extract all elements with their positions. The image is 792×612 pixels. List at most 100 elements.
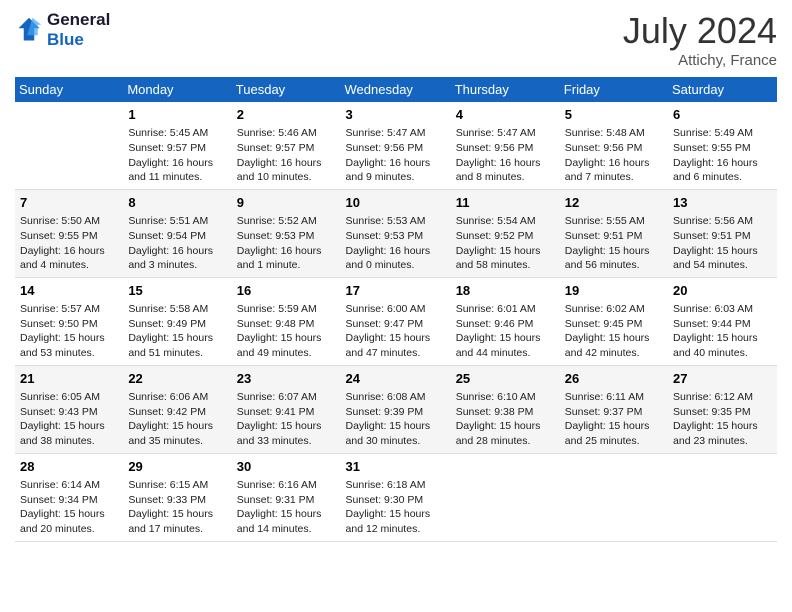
day-number: 26	[565, 370, 663, 388]
day-number: 28	[20, 458, 118, 476]
day-number: 10	[346, 194, 446, 212]
day-info: Sunrise: 5:57 AM Sunset: 9:50 PM Dayligh…	[20, 302, 118, 361]
page-header: General Blue July 2024 Attichy, France	[15, 10, 777, 69]
day-number: 13	[673, 194, 772, 212]
calendar-cell: 30Sunrise: 6:16 AM Sunset: 9:31 PM Dayli…	[232, 453, 341, 541]
calendar-cell: 2 Sunrise: 5:46 AM Sunset: 9:57 PM Daylig…	[232, 102, 341, 189]
day-info: Sunrise: 5:54 AM Sunset: 9:52 PM Dayligh…	[456, 214, 555, 273]
day-info: Sunrise: 5:51 AM Sunset: 9:54 PM Dayligh…	[128, 214, 226, 273]
day-info: Sunrise: 6:10 AM Sunset: 9:38 PM Dayligh…	[456, 390, 555, 449]
weekday-header-friday: Friday	[560, 77, 668, 102]
calendar-cell: 23 Sunrise: 6:07 AM Sunset: 9:41 PM Dayli…	[232, 365, 341, 453]
calendar-cell: 7 Sunrise: 5:50 AM Sunset: 9:55 PM Daylig…	[15, 189, 123, 277]
day-number: 21	[20, 370, 118, 388]
logo-text: General Blue	[47, 10, 110, 50]
calendar-cell: 12 Sunrise: 5:55 AM Sunset: 9:51 PM Dayli…	[560, 189, 668, 277]
calendar-cell: 17 Sunrise: 6:00 AM Sunset: 9:47 PM Dayli…	[341, 277, 451, 365]
weekday-header-tuesday: Tuesday	[232, 77, 341, 102]
weekday-header-row: SundayMondayTuesdayWednesdayThursdayFrid…	[15, 77, 777, 102]
calendar-cell: 24Sunrise: 6:08 AM Sunset: 9:39 PM Dayli…	[341, 365, 451, 453]
day-info: Sunrise: 5:52 AM Sunset: 9:53 PM Dayligh…	[237, 214, 336, 273]
week-row-3: 14 Sunrise: 5:57 AM Sunset: 9:50 PM Dayli…	[15, 277, 777, 365]
day-number: 19	[565, 282, 663, 300]
calendar-cell: 3Sunrise: 5:47 AM Sunset: 9:56 PM Daylig…	[341, 102, 451, 189]
calendar-cell: 9Sunrise: 5:52 AM Sunset: 9:53 PM Daylig…	[232, 189, 341, 277]
calendar-table: SundayMondayTuesdayWednesdayThursdayFrid…	[15, 77, 777, 542]
weekday-header-monday: Monday	[123, 77, 231, 102]
day-number: 23	[237, 370, 336, 388]
day-number: 17	[346, 282, 446, 300]
calendar-cell: 31 Sunrise: 6:18 AM Sunset: 9:30 PM Dayli…	[341, 453, 451, 541]
day-info: Sunrise: 6:08 AM Sunset: 9:39 PM Dayligh…	[346, 390, 446, 449]
week-row-5: 28Sunrise: 6:14 AM Sunset: 9:34 PM Dayli…	[15, 453, 777, 541]
day-info: Sunrise: 6:01 AM Sunset: 9:46 PM Dayligh…	[456, 302, 555, 361]
calendar-cell: 26 Sunrise: 6:11 AM Sunset: 9:37 PM Dayli…	[560, 365, 668, 453]
calendar-cell	[560, 453, 668, 541]
day-info: Sunrise: 5:49 AM Sunset: 9:55 PM Dayligh…	[673, 126, 772, 185]
day-info: Sunrise: 6:02 AM Sunset: 9:45 PM Dayligh…	[565, 302, 663, 361]
day-info: Sunrise: 6:05 AM Sunset: 9:43 PM Dayligh…	[20, 390, 118, 449]
day-number: 22	[128, 370, 226, 388]
weekday-header-thursday: Thursday	[451, 77, 560, 102]
day-info: Sunrise: 5:50 AM Sunset: 9:55 PM Dayligh…	[20, 214, 118, 273]
week-row-2: 7 Sunrise: 5:50 AM Sunset: 9:55 PM Daylig…	[15, 189, 777, 277]
day-number: 5	[565, 106, 663, 124]
calendar-cell: 19 Sunrise: 6:02 AM Sunset: 9:45 PM Dayli…	[560, 277, 668, 365]
day-info: Sunrise: 5:53 AM Sunset: 9:53 PM Dayligh…	[346, 214, 446, 273]
weekday-header-saturday: Saturday	[668, 77, 777, 102]
day-info: Sunrise: 6:12 AM Sunset: 9:35 PM Dayligh…	[673, 390, 772, 449]
day-number: 8	[128, 194, 226, 212]
day-info: Sunrise: 5:55 AM Sunset: 9:51 PM Dayligh…	[565, 214, 663, 273]
day-info: Sunrise: 5:47 AM Sunset: 9:56 PM Dayligh…	[456, 126, 555, 185]
day-number: 16	[237, 282, 336, 300]
day-info: Sunrise: 6:00 AM Sunset: 9:47 PM Dayligh…	[346, 302, 446, 361]
calendar-cell: 14 Sunrise: 5:57 AM Sunset: 9:50 PM Dayli…	[15, 277, 123, 365]
calendar-cell	[15, 102, 123, 189]
day-info: Sunrise: 6:06 AM Sunset: 9:42 PM Dayligh…	[128, 390, 226, 449]
day-info: Sunrise: 6:15 AM Sunset: 9:33 PM Dayligh…	[128, 478, 226, 537]
day-info: Sunrise: 5:59 AM Sunset: 9:48 PM Dayligh…	[237, 302, 336, 361]
day-number: 14	[20, 282, 118, 300]
calendar-cell: 13 Sunrise: 5:56 AM Sunset: 9:51 PM Dayli…	[668, 189, 777, 277]
day-info: Sunrise: 6:03 AM Sunset: 9:44 PM Dayligh…	[673, 302, 772, 361]
day-info: Sunrise: 6:07 AM Sunset: 9:41 PM Dayligh…	[237, 390, 336, 449]
day-number: 15	[128, 282, 226, 300]
day-number: 12	[565, 194, 663, 212]
day-number: 2	[237, 106, 336, 124]
day-info: Sunrise: 5:48 AM Sunset: 9:56 PM Dayligh…	[565, 126, 663, 185]
day-number: 11	[456, 194, 555, 212]
week-row-1: 1 Sunrise: 5:45 AM Sunset: 9:57 PM Daylig…	[15, 102, 777, 189]
day-number: 25	[456, 370, 555, 388]
weekday-header-wednesday: Wednesday	[341, 77, 451, 102]
day-info: Sunrise: 5:56 AM Sunset: 9:51 PM Dayligh…	[673, 214, 772, 273]
day-number: 4	[456, 106, 555, 124]
month-title: July 2024	[623, 10, 777, 52]
day-info: Sunrise: 6:18 AM Sunset: 9:30 PM Dayligh…	[346, 478, 446, 537]
calendar-cell: 6Sunrise: 5:49 AM Sunset: 9:55 PM Daylig…	[668, 102, 777, 189]
calendar-cell: 21 Sunrise: 6:05 AM Sunset: 9:43 PM Dayli…	[15, 365, 123, 453]
location: Attichy, France	[623, 52, 777, 69]
calendar-cell: 4 Sunrise: 5:47 AM Sunset: 9:56 PM Daylig…	[451, 102, 560, 189]
week-row-4: 21 Sunrise: 6:05 AM Sunset: 9:43 PM Dayli…	[15, 365, 777, 453]
day-info: Sunrise: 5:45 AM Sunset: 9:57 PM Dayligh…	[128, 126, 226, 185]
day-number: 7	[20, 194, 118, 212]
day-info: Sunrise: 5:47 AM Sunset: 9:56 PM Dayligh…	[346, 126, 446, 185]
calendar-cell: 5 Sunrise: 5:48 AM Sunset: 9:56 PM Daylig…	[560, 102, 668, 189]
calendar-cell: 20Sunrise: 6:03 AM Sunset: 9:44 PM Dayli…	[668, 277, 777, 365]
day-number: 31	[346, 458, 446, 476]
logo-icon	[15, 16, 43, 44]
calendar-cell: 10 Sunrise: 5:53 AM Sunset: 9:53 PM Dayli…	[341, 189, 451, 277]
title-block: July 2024 Attichy, France	[623, 10, 777, 69]
calendar-cell: 22 Sunrise: 6:06 AM Sunset: 9:42 PM Dayli…	[123, 365, 231, 453]
calendar-cell: 18Sunrise: 6:01 AM Sunset: 9:46 PM Dayli…	[451, 277, 560, 365]
day-info: Sunrise: 5:46 AM Sunset: 9:57 PM Dayligh…	[237, 126, 336, 185]
calendar-cell: 11 Sunrise: 5:54 AM Sunset: 9:52 PM Dayli…	[451, 189, 560, 277]
day-info: Sunrise: 6:11 AM Sunset: 9:37 PM Dayligh…	[565, 390, 663, 449]
day-number: 1	[128, 106, 226, 124]
logo: General Blue	[15, 10, 110, 50]
day-number: 29	[128, 458, 226, 476]
calendar-cell: 1 Sunrise: 5:45 AM Sunset: 9:57 PM Daylig…	[123, 102, 231, 189]
calendar-cell: 15Sunrise: 5:58 AM Sunset: 9:49 PM Dayli…	[123, 277, 231, 365]
calendar-cell: 27Sunrise: 6:12 AM Sunset: 9:35 PM Dayli…	[668, 365, 777, 453]
calendar-cell: 28Sunrise: 6:14 AM Sunset: 9:34 PM Dayli…	[15, 453, 123, 541]
